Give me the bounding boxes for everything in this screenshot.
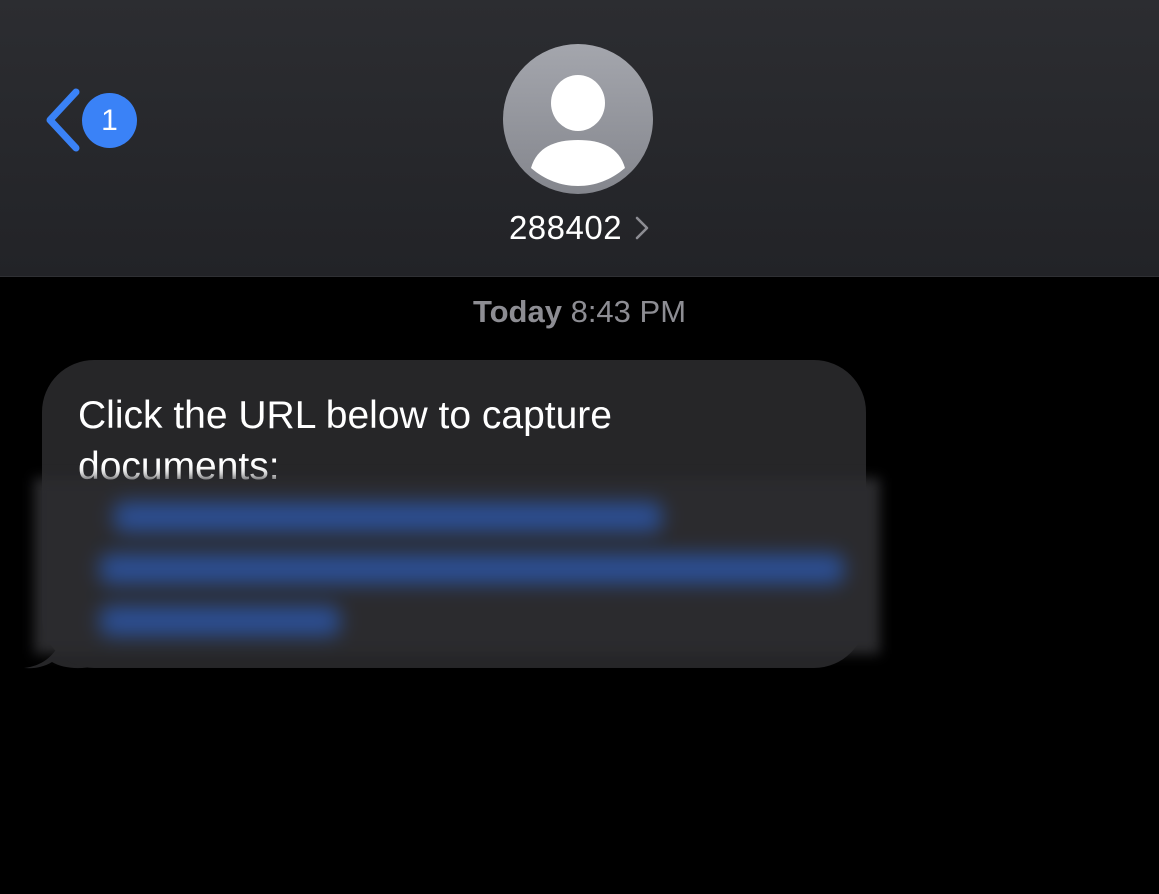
- contact-info-button[interactable]: 288402: [0, 204, 1159, 252]
- messages-screen: 1 288402 Today 8:43 PM Click the URL bel…: [0, 0, 1159, 894]
- timestamp-time: 8:43 PM: [570, 294, 687, 329]
- timestamp-day: Today: [472, 294, 562, 329]
- chevron-right-icon: [635, 216, 649, 240]
- redacted-line: [114, 502, 662, 532]
- unread-count-badge: 1: [82, 93, 137, 148]
- chevron-left-icon: [46, 88, 80, 152]
- redacted-line: [100, 554, 844, 584]
- redacted-link[interactable]: [34, 478, 880, 654]
- back-button[interactable]: 1: [36, 82, 146, 158]
- message-bubble-incoming[interactable]: Click the URL below to capture documents…: [22, 360, 882, 680]
- person-icon: [531, 75, 625, 186]
- contact-avatar[interactable]: [503, 44, 653, 194]
- message-text: Click the URL below to capture documents…: [78, 394, 612, 488]
- redacted-line: [100, 606, 340, 636]
- message-timestamp: Today 8:43 PM: [0, 292, 1159, 332]
- conversation-header: 1 288402: [0, 0, 1159, 277]
- contact-name: 288402: [508, 209, 623, 246]
